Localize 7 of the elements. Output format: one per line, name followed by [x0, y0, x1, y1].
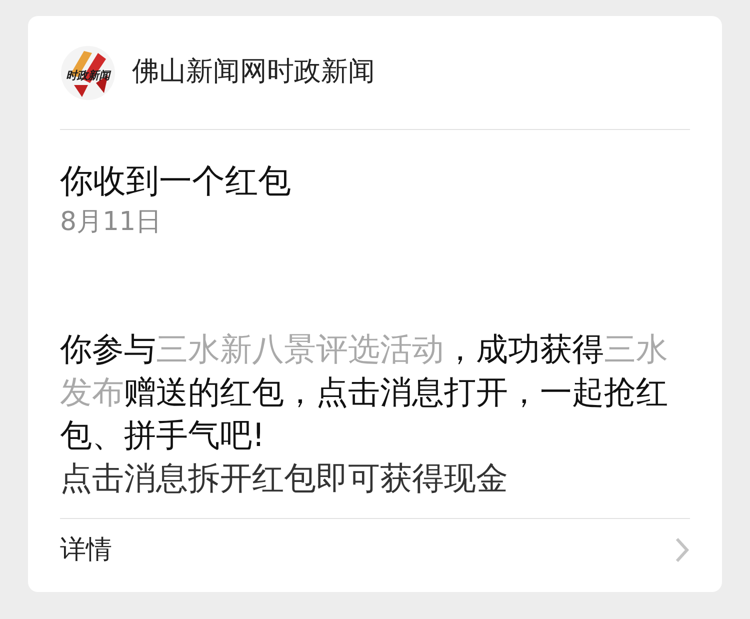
- message-date: 8月11日: [60, 206, 163, 239]
- chevron-right-icon[interactable]: [674, 537, 690, 564]
- details-link[interactable]: 详情: [60, 530, 112, 570]
- message-text: 你参与三水新八景评选活动，成功获得三水发布赠送的红包，点击消息打开，一起抢红包、拼手气吧!: [60, 328, 669, 456]
- note-text: 点击消息拆开红包即可获得现金: [60, 458, 509, 499]
- account-name: 佛山新闻网时政新闻: [132, 55, 375, 90]
- message-title: 你收到一个红包: [60, 160, 292, 202]
